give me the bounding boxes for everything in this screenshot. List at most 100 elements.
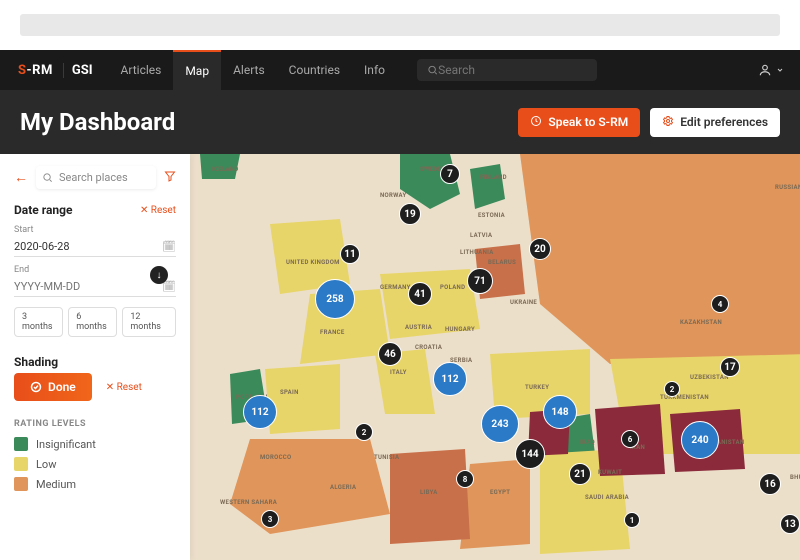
- calendar-icon: 🗓: [162, 240, 176, 253]
- legend-item: Medium: [14, 477, 176, 491]
- map-bubble[interactable]: 2: [664, 381, 680, 397]
- shading-reset-link[interactable]: ✕ Reset: [106, 382, 142, 393]
- country-label: UNITED KINGDOM: [286, 259, 340, 266]
- url-bar[interactable]: [20, 14, 780, 36]
- map-bubble[interactable]: 112: [433, 362, 467, 396]
- legend-swatch: [14, 477, 28, 491]
- nav-items: ArticlesMapAlertsCountriesInfo: [109, 50, 397, 90]
- map-bubble[interactable]: 243: [481, 405, 519, 443]
- country-label: TUNISIA: [374, 454, 399, 461]
- country-label: MOROCCO: [260, 454, 291, 461]
- map-bubble[interactable]: 19: [399, 203, 421, 225]
- country-label: RUSSIAN: [775, 184, 800, 191]
- nav-item-alerts[interactable]: Alerts: [221, 50, 277, 90]
- edit-preferences-button[interactable]: Edit preferences: [650, 108, 780, 137]
- search-input[interactable]: [438, 63, 587, 77]
- date-reset-link[interactable]: ✕ Reset: [140, 205, 176, 216]
- filter-icon[interactable]: [164, 170, 176, 185]
- user-menu[interactable]: [754, 63, 788, 77]
- country-label: POLAND: [440, 284, 465, 291]
- back-arrow-icon[interactable]: ←: [14, 169, 28, 186]
- country-label: AUSTRIA: [405, 324, 432, 331]
- map-bubble[interactable]: 3: [261, 510, 279, 528]
- map-bubble[interactable]: 8: [456, 470, 474, 488]
- map-canvas[interactable]: ICELANDSWEDENFINLANDNORWAYESTONIALATVIAB…: [190, 154, 800, 560]
- country-label: FRANCE: [320, 329, 345, 336]
- country-label: IRAQ: [580, 439, 595, 446]
- country-label: BHUTAN: [790, 474, 800, 481]
- country-label: TURKEY: [525, 384, 549, 391]
- country-label: SPAIN: [280, 389, 299, 396]
- quick-range-chip[interactable]: 6 months: [68, 307, 117, 337]
- search-icon: [42, 172, 53, 183]
- map-bubble[interactable]: 258: [315, 279, 355, 319]
- map-bubble[interactable]: 11: [340, 244, 360, 264]
- search-icon: [427, 64, 438, 76]
- quick-range-chip[interactable]: 3 months: [14, 307, 63, 337]
- map-bubble[interactable]: 16: [759, 473, 781, 495]
- speak-button[interactable]: Speak to S-RM: [518, 108, 640, 137]
- country-label: KUWAIT: [598, 469, 622, 476]
- quick-range-chip[interactable]: 12 months: [122, 307, 176, 337]
- map-bubble[interactable]: 13: [780, 514, 800, 534]
- country-label: ALGERIA: [330, 484, 356, 491]
- shading-title: Shading: [14, 355, 176, 369]
- map-bubble[interactable]: 6: [621, 430, 639, 448]
- map-bubble[interactable]: 7: [440, 164, 460, 184]
- map-bubble[interactable]: 21: [569, 463, 591, 485]
- logo-primary: S-RM: [12, 63, 59, 78]
- start-label: Start: [14, 225, 176, 235]
- legend-swatch: [14, 457, 28, 471]
- chevron-down-icon: [776, 66, 784, 74]
- map-bubble[interactable]: 240: [681, 421, 719, 459]
- map-bubble[interactable]: 112: [243, 395, 277, 429]
- clock-icon: [530, 115, 542, 130]
- start-date-input[interactable]: 🗓: [14, 237, 176, 257]
- country-label: CROATIA: [415, 344, 442, 351]
- country-label: ICELAND: [212, 166, 239, 173]
- legend-item: Low: [14, 457, 176, 471]
- country-label: ITALY: [390, 369, 407, 376]
- user-icon: [758, 63, 772, 77]
- page-title: My Dashboard: [20, 108, 175, 136]
- country-label: UZBEKISTAN: [690, 374, 729, 381]
- sidebar: ← Search places Date range ✕ Reset Start…: [0, 154, 190, 560]
- country-label: FINLAND: [480, 174, 507, 181]
- map-bubble[interactable]: 20: [529, 238, 551, 260]
- map-bubble[interactable]: 1: [624, 512, 640, 528]
- map-bubble[interactable]: 4: [711, 295, 729, 313]
- map-bubble[interactable]: 46: [378, 342, 402, 366]
- legend-title: RATING LEVELS: [14, 419, 176, 429]
- nav-item-countries[interactable]: Countries: [277, 50, 352, 90]
- country-label: KAZAKHSTAN: [680, 319, 722, 326]
- map-bubble[interactable]: 17: [720, 357, 740, 377]
- browser-chrome: [0, 0, 800, 50]
- country-label: SAUDI ARABIA: [585, 494, 629, 501]
- map-bubble[interactable]: 41: [408, 282, 432, 306]
- shading-done-button[interactable]: Done: [14, 373, 92, 401]
- country-label: HUNGARY: [445, 326, 475, 333]
- country-label: LATVIA: [470, 232, 492, 239]
- date-range-title: Date range ✕ Reset: [14, 203, 176, 217]
- swap-dates-button[interactable]: ↓: [150, 266, 168, 284]
- global-search[interactable]: [417, 59, 597, 81]
- country-label: ESTONIA: [478, 212, 505, 219]
- map-bubble[interactable]: 148: [543, 395, 577, 429]
- title-bar: My Dashboard Speak to S-RM Edit preferen…: [0, 90, 800, 154]
- country-label: UKRAINE: [510, 299, 537, 306]
- gear-icon: [662, 115, 674, 130]
- nav-item-articles[interactable]: Articles: [109, 50, 174, 90]
- map-bubble[interactable]: 2: [355, 423, 373, 441]
- country-label: LIBYA: [420, 489, 438, 496]
- country-label: WESTERN SAHARA: [220, 499, 277, 506]
- search-places-input[interactable]: Search places: [36, 166, 156, 189]
- nav-item-map[interactable]: Map: [173, 50, 221, 90]
- legend-item: Insignificant: [14, 437, 176, 451]
- country-label: EGYPT: [490, 489, 510, 496]
- map-bubble[interactable]: 71: [467, 268, 493, 294]
- map-bubble[interactable]: 144: [515, 439, 545, 469]
- legend-swatch: [14, 437, 28, 451]
- country-label: NORWAY: [380, 192, 407, 199]
- nav-item-info[interactable]: Info: [352, 50, 397, 90]
- logo-secondary: GSI: [63, 63, 101, 78]
